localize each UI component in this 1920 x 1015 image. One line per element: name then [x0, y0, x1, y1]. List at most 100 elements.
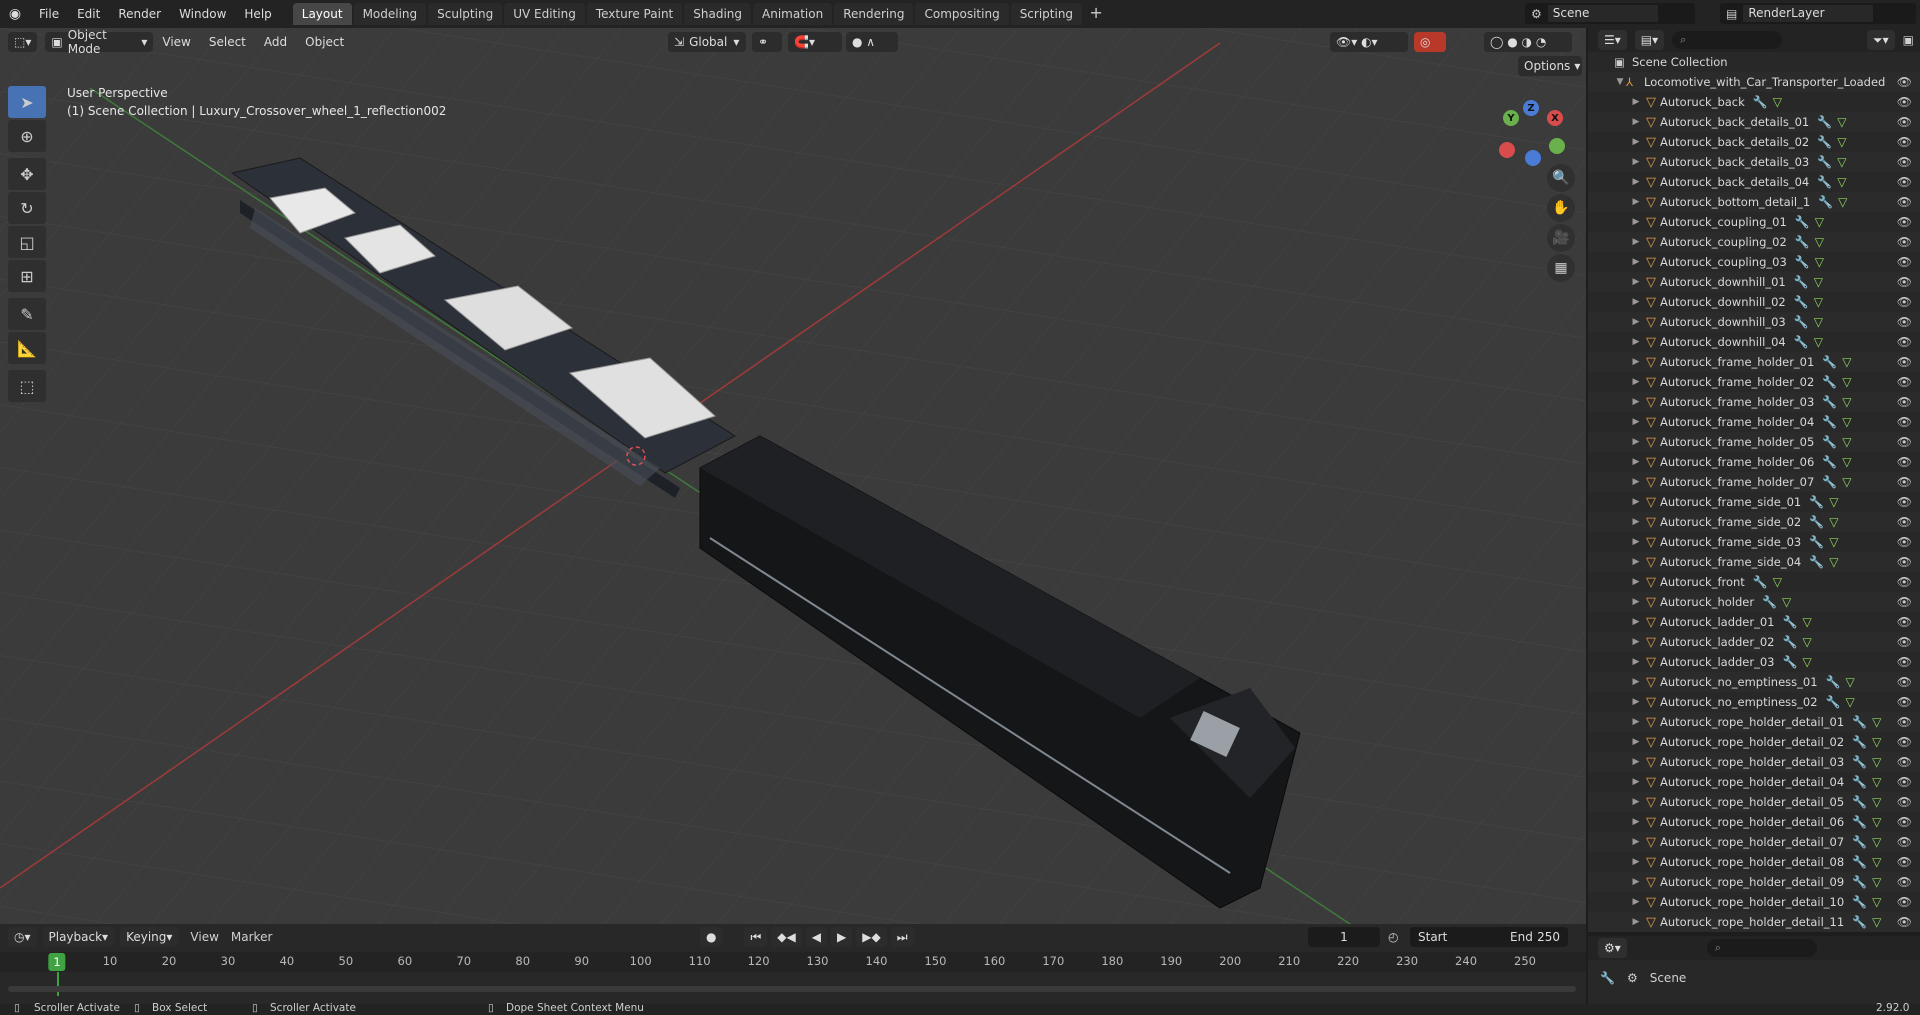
expand-arrow-icon[interactable]: ▶ [1630, 337, 1642, 347]
expand-arrow-icon[interactable]: ▶ [1630, 357, 1642, 367]
eye-icon[interactable]: 👁 [1897, 695, 1912, 709]
editor-type-button[interactable]: ⬚▾ [8, 32, 38, 52]
modifier-wrench-icon[interactable]: 🔧 [1809, 495, 1824, 509]
outliner-item[interactable]: ▶ ▽ Autoruck_coupling_03 🔧 ▽ 👁 [1588, 252, 1920, 272]
eye-icon[interactable]: 👁 [1897, 855, 1912, 869]
eye-icon[interactable]: 👁 [1897, 615, 1912, 629]
transform-tool-button[interactable]: ⊞ [8, 260, 46, 292]
mesh-data-icon[interactable]: ▽ [1872, 835, 1881, 849]
outliner-item[interactable]: ▶ ▽ Autoruck_frame_holder_04 🔧 ▽ 👁 [1588, 412, 1920, 432]
3d-viewport[interactable]: ⬚▾ ▣ Object Mode ▾ View Select Add Object ⇲ Gl… [0, 28, 1586, 924]
outliner-item[interactable]: ▶ ▽ Autoruck_frame_holder_03 🔧 ▽ 👁 [1588, 392, 1920, 412]
expand-arrow-icon[interactable]: ▶ [1630, 377, 1642, 387]
expand-arrow-icon[interactable]: ▶ [1630, 577, 1642, 587]
outliner-item[interactable]: ▶ ▽ Autoruck_no_emptiness_01 🔧 ▽ 👁 [1588, 672, 1920, 692]
mesh-data-icon[interactable]: ▽ [1872, 895, 1881, 909]
menu-file[interactable]: File [30, 0, 68, 28]
snap-button[interactable]: 🧲▾ [788, 32, 842, 52]
mesh-data-icon[interactable]: ▽ [1802, 655, 1811, 669]
scale-tool-button[interactable]: ◱ [8, 226, 46, 258]
modifier-wrench-icon[interactable]: 🔧 [1852, 895, 1867, 909]
outliner-item[interactable]: ▶ ▽ Autoruck_rope_holder_detail_02 🔧 ▽ 👁 [1588, 732, 1920, 752]
eye-icon[interactable]: 👁 [1897, 915, 1912, 929]
record-button[interactable]: ● [700, 927, 723, 947]
eye-icon[interactable]: 👁 [1897, 415, 1912, 429]
eye-icon[interactable]: 👁 [1897, 355, 1912, 369]
modifier-wrench-icon[interactable]: 🔧 [1822, 355, 1837, 369]
render-layer-name[interactable]: RenderLayer [1743, 5, 1874, 22]
orientation-selector[interactable]: ⇲ Global ▾ [668, 32, 746, 52]
mesh-data-icon[interactable]: ▽ [1846, 695, 1855, 709]
eye-icon[interactable]: 👁 [1897, 515, 1912, 529]
modifier-wrench-icon[interactable]: 🔧 [1795, 215, 1810, 229]
modifier-wrench-icon[interactable]: 🔧 [1753, 95, 1768, 109]
timeline-scrollbar[interactable] [8, 986, 1576, 992]
gizmo-neg-z[interactable] [1525, 150, 1541, 166]
modifier-wrench-icon[interactable]: 🔧 [1795, 235, 1810, 249]
ortho-toggle-button[interactable]: ▦ [1547, 254, 1575, 282]
modifier-wrench-icon[interactable]: 🔧 [1809, 515, 1824, 529]
play-reverse-button[interactable]: ◀ [805, 927, 827, 947]
expand-arrow-icon[interactable]: ▶ [1630, 797, 1642, 807]
tab-texture-paint[interactable]: Texture Paint [586, 3, 683, 25]
measure-tool-button[interactable]: 📐 [8, 332, 46, 364]
options-button[interactable]: Options ▾ [1518, 56, 1582, 76]
outliner-item[interactable]: ▶ ▽ Autoruck_no_emptiness_02 🔧 ▽ 👁 [1588, 692, 1920, 712]
mesh-data-icon[interactable]: ▽ [1872, 855, 1881, 869]
gizmo-neg-y[interactable] [1549, 138, 1565, 154]
outliner-item[interactable]: ▶ ▽ Autoruck_downhill_03 🔧 ▽ 👁 [1588, 312, 1920, 332]
expand-arrow-icon[interactable]: ▶ [1630, 457, 1642, 467]
mesh-data-icon[interactable]: ▽ [1842, 455, 1851, 469]
outliner-item[interactable]: ▶ ▽ Autoruck_bottom_detail_1 🔧 ▽ 👁 [1588, 192, 1920, 212]
modifier-wrench-icon[interactable]: 🔧 [1817, 115, 1832, 129]
current-frame-field[interactable]: 1 [1308, 927, 1380, 947]
mesh-data-icon[interactable]: ▽ [1837, 135, 1846, 149]
stopwatch-icon[interactable]: ◴ [1388, 930, 1398, 944]
mesh-data-icon[interactable]: ▽ [1842, 395, 1851, 409]
expand-arrow-icon[interactable]: ▶ [1630, 177, 1642, 187]
eye-icon[interactable]: 👁 [1897, 755, 1912, 769]
properties-search-input[interactable]: ⌕ [1706, 939, 1817, 957]
expand-arrow-icon[interactable]: ▶ [1630, 717, 1642, 727]
outliner-item[interactable]: ▶ ▽ Autoruck_downhill_04 🔧 ▽ 👁 [1588, 332, 1920, 352]
mesh-data-icon[interactable]: ▽ [1838, 195, 1847, 209]
expand-arrow-icon[interactable]: ▶ [1630, 777, 1642, 787]
expand-arrow-icon[interactable]: ▶ [1630, 277, 1642, 287]
outliner-item[interactable]: ▶ ▽ Autoruck_frame_holder_06 🔧 ▽ 👁 [1588, 452, 1920, 472]
outliner-item[interactable]: ▶ ▽ Autoruck_back_details_02 🔧 ▽ 👁 [1588, 132, 1920, 152]
mesh-data-icon[interactable]: ▽ [1815, 215, 1824, 229]
modifier-wrench-icon[interactable]: 🔧 [1852, 915, 1867, 929]
gizmo-neg-x[interactable] [1499, 142, 1515, 158]
timeline[interactable]: ◷▾ Playback ▾ Keying ▾ View Marker ● ⏮ ◆◀ … [0, 924, 1586, 1004]
modifier-wrench-icon[interactable]: 🔧 [1852, 795, 1867, 809]
mesh-data-icon[interactable]: ▽ [1872, 735, 1881, 749]
mesh-data-icon[interactable]: ▽ [1872, 795, 1881, 809]
modifier-wrench-icon[interactable]: 🔧 [1794, 315, 1809, 329]
menu-help[interactable]: Help [235, 0, 280, 28]
expand-arrow-icon[interactable]: ▶ [1630, 817, 1642, 827]
menu-render[interactable]: Render [109, 0, 170, 28]
eye-icon[interactable]: 👁 [1897, 675, 1912, 689]
viewport-menu-view[interactable]: View [162, 35, 190, 49]
expand-arrow-icon[interactable]: ▶ [1630, 217, 1642, 227]
tab-animation[interactable]: Animation [753, 3, 833, 25]
expand-arrow-icon[interactable]: ▶ [1630, 637, 1642, 647]
eye-icon[interactable]: 👁 [1897, 575, 1912, 589]
expand-arrow-icon[interactable]: ▶ [1630, 657, 1642, 667]
mesh-data-icon[interactable]: ▽ [1814, 275, 1823, 289]
expand-arrow-icon[interactable]: ▶ [1630, 917, 1642, 927]
mesh-data-icon[interactable]: ▽ [1829, 495, 1838, 509]
eye-icon[interactable]: 👁 [1897, 455, 1912, 469]
select-tool-button[interactable]: ➤ [8, 86, 46, 118]
modifier-wrench-icon[interactable]: 🔧 [1852, 835, 1867, 849]
mesh-data-icon[interactable]: ▽ [1814, 335, 1823, 349]
eye-icon[interactable]: 👁 [1897, 835, 1912, 849]
outliner-item[interactable]: ▶ ▽ Autoruck_frame_side_01 🔧 ▽ 👁 [1588, 492, 1920, 512]
play-button[interactable]: ▶ [831, 927, 853, 947]
shading-buttons[interactable]: ◯ ● ◑ ◔ [1484, 32, 1572, 52]
mesh-data-icon[interactable]: ▽ [1829, 555, 1838, 569]
modifier-wrench-icon[interactable]: 🔧 [1809, 535, 1824, 549]
modifier-wrench-icon[interactable]: 🔧 [1852, 735, 1867, 749]
collection-row[interactable]: ▼ ⅄ Locomotive_with_Car_Transporter_Load… [1588, 72, 1920, 92]
pan-button[interactable]: ✋ [1547, 194, 1575, 222]
